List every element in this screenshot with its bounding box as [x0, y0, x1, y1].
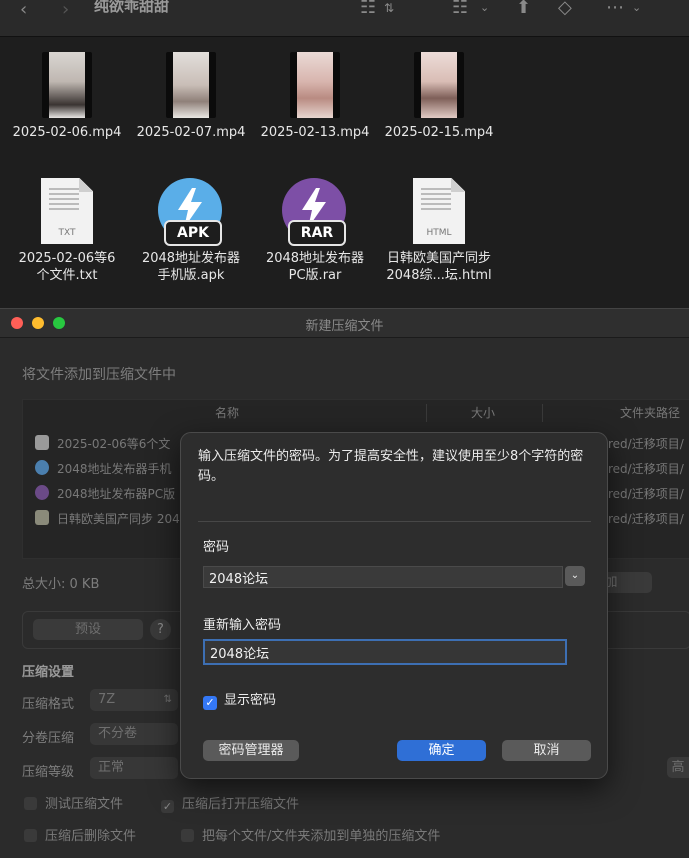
checkbox-label: 压缩后打开压缩文件	[182, 797, 300, 812]
password-field[interactable]	[203, 566, 563, 588]
finder-window-title: 纯欲乖甜甜	[94, 0, 170, 15]
select-chevron-icon: ⇅	[163, 694, 172, 705]
text-file-icon	[35, 435, 49, 450]
file-item-rar[interactable]: RAR 2048地址发布器 PC版.rar	[254, 178, 376, 284]
file-name: 2025-02-13.mp4	[260, 125, 370, 140]
share-icon[interactable]: ⬆	[516, 0, 531, 17]
compression-settings-heading: 压缩设置	[22, 665, 75, 680]
html-document-icon: HTML	[413, 178, 465, 244]
file-item-txt[interactable]: TXT 2025-02-06等6 个文件.txt	[6, 178, 128, 284]
password-label: 密码	[203, 540, 230, 555]
level-select[interactable]: 正常	[90, 757, 178, 779]
row-name: 2025-02-06等6个文	[57, 437, 171, 451]
file-item-video-2[interactable]: 2025-02-07.mp4	[130, 52, 252, 141]
checkmark-icon: ✓	[161, 800, 174, 813]
level-value: 正常	[98, 760, 125, 775]
password-dialog: 输入压缩文件的密码。为了提高安全性，建议使用至少8个字符的密码。 密码 ⌄ 重新…	[180, 432, 608, 779]
rar-app-icon: RAR	[282, 178, 348, 246]
finder-toolbar: ‹ › 纯欲乖甜甜 ☷ ⇅ ☷ ⌄ ⬆ ◇ ⋯ ⌄	[0, 0, 689, 37]
format-value: 7Z	[98, 692, 116, 707]
window-titlebar: 新建压缩文件	[0, 309, 689, 338]
file-name: 2025-02-07.mp4	[136, 125, 246, 140]
row-path: red/迁移项目/	[608, 437, 684, 451]
file-type-badge: RAR	[288, 220, 346, 246]
checkbox-label: 把每个文件/文件夹添加到单独的压缩文件	[202, 829, 441, 844]
checkbox-label: 压缩后删除文件	[45, 829, 137, 844]
separate-archives-checkbox[interactable]: 把每个文件/文件夹添加到单独的压缩文件	[181, 825, 440, 844]
file-item-apk[interactable]: APK 2048地址发布器 手机版.apk	[130, 178, 252, 284]
row-name: 2048地址发布器手机	[57, 462, 172, 476]
divider	[198, 521, 591, 522]
total-size-label: 总大小: 0 KB	[22, 577, 100, 592]
view-grid-icon[interactable]: ☷	[360, 0, 376, 17]
video-thumbnail	[414, 52, 464, 118]
file-name: 2025-02-15.mp4	[384, 125, 494, 140]
format-label: 压缩格式	[22, 697, 75, 712]
group-grid-icon[interactable]: ☷	[452, 0, 468, 17]
file-name: 2048地址发布器 手机版.apk	[141, 251, 241, 283]
show-password-checkbox[interactable]: ✓ 显示密码	[203, 689, 276, 710]
column-header-size[interactable]: 大小	[471, 400, 495, 426]
password-history-dropdown-icon[interactable]: ⌄	[565, 566, 585, 586]
help-icon[interactable]: ?	[150, 619, 171, 640]
file-item-html[interactable]: HTML 日韩欧美国产同步 2048综...坛.html	[378, 178, 500, 284]
reenter-password-field[interactable]	[203, 639, 567, 665]
checkbox-box	[24, 829, 37, 842]
format-select[interactable]: 7Z ⇅	[90, 689, 178, 711]
video-thumbnail	[166, 52, 216, 118]
file-item-video-1[interactable]: 2025-02-06.mp4	[6, 52, 128, 141]
row-name: 日韩欧美国产同步 204	[57, 512, 180, 526]
text-document-icon: TXT	[41, 178, 93, 244]
file-type-label: HTML	[426, 228, 452, 238]
ok-button[interactable]: 确定	[397, 740, 486, 761]
advanced-button[interactable]: 高	[667, 757, 689, 778]
apk-file-icon	[35, 460, 49, 475]
rar-file-icon	[35, 485, 49, 500]
show-password-label: 显示密码	[224, 693, 277, 708]
column-header-path[interactable]: 文件夹路径	[620, 400, 680, 426]
row-path: red/迁移项目/	[608, 512, 684, 526]
checkmark-icon: ✓	[203, 696, 217, 710]
html-file-icon	[35, 510, 49, 525]
preset-button[interactable]: 预设	[33, 619, 143, 640]
split-label: 分卷压缩	[22, 731, 75, 746]
back-arrow-icon[interactable]: ‹	[20, 1, 27, 19]
file-type-label: TXT	[58, 228, 76, 238]
file-item-video-4[interactable]: 2025-02-15.mp4	[378, 52, 500, 141]
file-name: 2025-02-06等6 个文件.txt	[18, 251, 116, 283]
password-instructions: 输入压缩文件的密码。为了提高安全性，建议使用至少8个字符的密码。	[198, 449, 584, 484]
row-path: red/迁移项目/	[608, 462, 684, 476]
column-header-name[interactable]: 名称	[215, 400, 239, 426]
split-value: 不分卷	[98, 726, 138, 741]
more-chevron-down-icon[interactable]: ⌄	[632, 0, 641, 16]
video-thumbnail	[290, 52, 340, 118]
level-label: 压缩等级	[22, 765, 75, 780]
checkbox-box	[24, 797, 37, 810]
file-item-video-3[interactable]: 2025-02-13.mp4	[254, 52, 376, 141]
video-thumbnail	[42, 52, 92, 118]
open-after-compress-checkbox[interactable]: ✓ 压缩后打开压缩文件	[161, 793, 299, 813]
file-name: 2025-02-06.mp4	[12, 125, 122, 140]
add-files-heading: 将文件添加到压缩文件中	[22, 367, 176, 383]
window-title: 新建压缩文件	[305, 319, 384, 334]
tag-icon[interactable]: ◇	[558, 0, 572, 17]
row-name: 2048地址发布器PC版	[57, 487, 176, 501]
file-name: 2048地址发布器 PC版.rar	[265, 251, 365, 283]
test-archive-checkbox[interactable]: 测试压缩文件	[24, 793, 123, 812]
checkbox-box	[181, 829, 194, 842]
view-switch-chevron-icon[interactable]: ⇅	[384, 0, 394, 16]
file-name: 日韩欧美国产同步 2048综...坛.html	[386, 251, 492, 283]
password-manager-button[interactable]: 密码管理器	[203, 740, 299, 761]
apk-app-icon: APK	[158, 178, 224, 246]
cancel-button[interactable]: 取消	[502, 740, 591, 761]
checkbox-label: 测试压缩文件	[45, 797, 124, 812]
delete-after-compress-checkbox[interactable]: 压缩后删除文件	[24, 825, 136, 844]
reenter-password-label: 重新输入密码	[203, 618, 282, 633]
group-chevron-down-icon[interactable]: ⌄	[480, 0, 489, 16]
file-type-badge: APK	[164, 220, 222, 246]
more-actions-icon[interactable]: ⋯	[606, 0, 624, 17]
forward-arrow-icon[interactable]: ›	[62, 1, 69, 19]
split-select[interactable]: 不分卷	[90, 723, 178, 745]
row-path: red/迁移项目/	[608, 487, 684, 501]
